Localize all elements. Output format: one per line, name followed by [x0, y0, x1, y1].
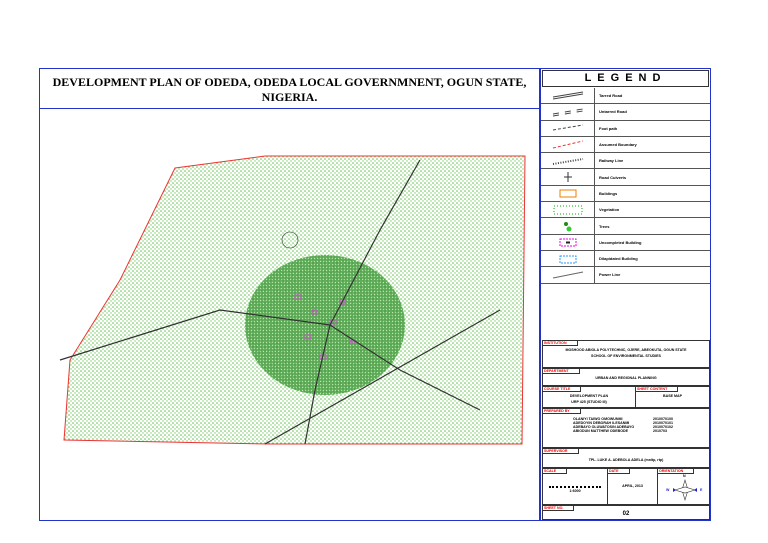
- department-block: DEPARTMENT URBAN AND REGIONAL PLANNING: [542, 368, 710, 386]
- sheet-content-label: SHEET CONTENT: [636, 387, 679, 392]
- railway-icon: [552, 157, 583, 165]
- map-title: DEVELOPMENT PLAN OF ODEDA, ODEDA LOCAL G…: [40, 69, 539, 109]
- dashed-double-line-icon: [552, 108, 583, 117]
- legend-item: Untarred Road: [541, 104, 710, 121]
- legend-item: Trees: [541, 218, 710, 235]
- supervisor-label: SUPERVISOR: [543, 449, 579, 454]
- sheet-content: BASE MAP: [663, 394, 682, 398]
- vegetation-icon: [552, 204, 583, 215]
- legend-item: Railway Line: [541, 153, 710, 170]
- course-title: DEVELOPMENT PLAN: [569, 394, 609, 398]
- legend-item-label: Untarred Road: [599, 109, 627, 115]
- town-centre-vegetation: [245, 255, 405, 395]
- legend-item-label: Vegetation: [599, 207, 620, 213]
- sheet-no-label: SHEET NO.: [543, 506, 575, 511]
- legend-title: LEGEND: [542, 70, 709, 87]
- prepared-label: PREPARED BY: [543, 409, 581, 414]
- legend-item-label: Uncompleted Building: [599, 239, 642, 245]
- west-label: W: [666, 488, 670, 492]
- date-label: DATE: [608, 469, 630, 474]
- legend-item: Dilapidated Building: [541, 250, 710, 268]
- legend-item: Assumed Boundary: [541, 136, 710, 154]
- course-label: COURSE TITLE: [543, 387, 582, 392]
- legend-item-label: Railway Line: [599, 158, 624, 164]
- legend-item-label: Road Culverts: [599, 174, 627, 180]
- department-label: DEPARTMENT: [543, 369, 580, 374]
- building-icon: [559, 189, 576, 198]
- legend: Tarred Road Untarred Road Foot path Assumed…: [541, 88, 710, 284]
- legend-item: Power Line: [541, 267, 710, 284]
- prepared-block: PREPARED BY OLANIYI TAIWO OMOWUNMI 201007…: [542, 408, 710, 448]
- north-arrow-icon: [673, 478, 697, 502]
- course-block: COURSE TITLE DEVELOPMENT PLAN URP 425 (S…: [542, 386, 710, 408]
- legend-item-label: Assumed Boundary: [599, 142, 637, 148]
- double-line-icon: [552, 91, 583, 100]
- school: SCHOOL OF ENVIRONMENTAL STUDIES: [591, 354, 661, 358]
- legend-item: Uncompleted Building: [541, 234, 710, 251]
- supervisor-block: SUPERVISOR TPL. LUKE A. ADEBOLA ADELA (m…: [542, 448, 710, 468]
- map-panel: DEVELOPMENT PLAN OF ODEDA, ODEDA LOCAL G…: [39, 68, 540, 521]
- legend-item-label: Power Line: [599, 272, 621, 278]
- title-line-1: DEVELOPMENT PLAN OF ODEDA, ODEDA LOCAL G…: [52, 75, 527, 89]
- legend-item-label: Tarred Road: [599, 93, 623, 99]
- sheet-no-block: SHEET NO. 02: [542, 505, 710, 520]
- base-map[interactable]: [40, 110, 539, 521]
- title-block: LEGEND Tarred Road Untarred Road Foot path…: [540, 68, 711, 521]
- scale: 1:6000: [569, 489, 581, 493]
- uncompleted-building-icon: [559, 238, 576, 247]
- title-line-2: NIGERIA.: [261, 90, 318, 104]
- legend-item: Buildings: [541, 185, 710, 203]
- preparer-name: ABIODUN MATTHEW ODEBODE: [573, 429, 629, 433]
- legend-item-label: Buildings: [599, 190, 618, 196]
- red-dashed-line-icon: [552, 140, 583, 149]
- sheet-no: 02: [622, 511, 630, 517]
- institution-label: INSTITUTION: [543, 341, 578, 346]
- preparer: ABIODUN MATTHEW ODEBODE 2010703: [573, 429, 709, 433]
- scale-bar: [549, 484, 601, 488]
- supervisor: TPL. LUKE A. ADEBOLA ADELA (mnitp, rtp): [588, 458, 664, 462]
- legend-item-label: Dilapidated Building: [599, 256, 638, 262]
- orientation-label: ORIENTATION: [658, 469, 695, 474]
- power-line-icon: [552, 271, 583, 279]
- legend-item: Vegetation: [541, 202, 710, 219]
- dilapidated-building-icon: [559, 255, 576, 264]
- tree-icon: [563, 222, 571, 232]
- legend-item: Road Culverts: [541, 169, 710, 186]
- date: APRIL, 2013: [622, 484, 643, 488]
- dashed-line-icon: [552, 124, 583, 131]
- course-code: URP 425 (STUDIO III): [571, 400, 607, 404]
- culvert-icon: [563, 172, 572, 183]
- north-label: N: [683, 474, 686, 478]
- legend-item-label: Trees: [599, 223, 610, 229]
- institution-block: INSTITUTION MOSHOOD ABIOLA POLYTECHNIC, …: [542, 340, 710, 368]
- department: URBAN AND REGIONAL PLANNING: [595, 376, 657, 380]
- legend-item: Tarred Road: [541, 88, 710, 105]
- legend-item: Foot path: [541, 120, 710, 137]
- scale-label: SCALE: [543, 469, 568, 474]
- institution: MOSHOOD ABIOLA POLYTECHNIC, OJERE, ABEOK…: [565, 348, 687, 352]
- preparer-id: 2010703: [653, 429, 667, 433]
- scale-date-orientation: SCALE 1:6000 DATE APRIL, 2013 ORIENTATIO…: [542, 468, 710, 505]
- legend-item-label: Foot path: [599, 125, 618, 131]
- east-label: E: [700, 488, 703, 492]
